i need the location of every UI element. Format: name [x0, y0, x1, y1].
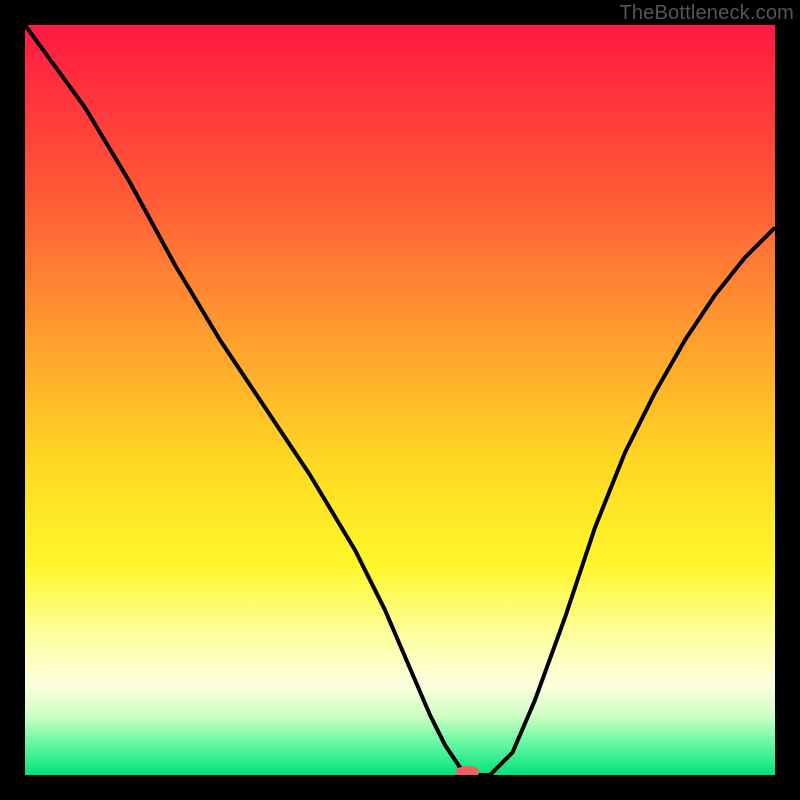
- chart-svg: [25, 25, 775, 775]
- watermark-text: TheBottleneck.com: [619, 2, 794, 25]
- bottleneck-chart: [25, 25, 775, 775]
- gradient-background: [25, 25, 775, 775]
